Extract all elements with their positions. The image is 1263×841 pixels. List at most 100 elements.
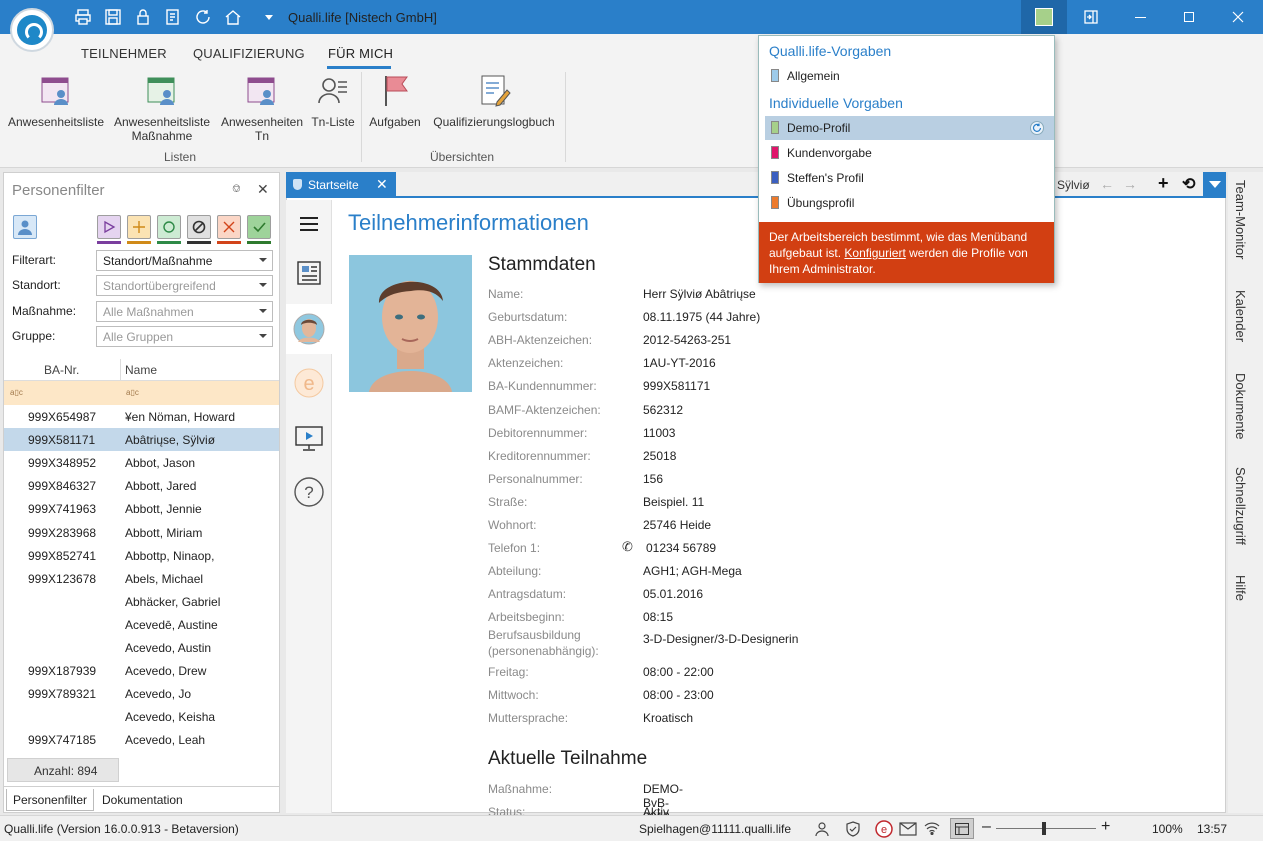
table-row[interactable]: Acevedo, Keisha xyxy=(4,705,279,728)
tab-startseite[interactable]: Startseite ✕ xyxy=(286,172,396,198)
back-arrow-icon[interactable]: ← xyxy=(1100,176,1114,192)
user-icon[interactable] xyxy=(814,821,830,837)
print-icon[interactable] xyxy=(74,8,92,26)
side-tab-kalender[interactable]: Kalender xyxy=(1233,290,1248,342)
restore-panel-button[interactable] xyxy=(1068,0,1114,34)
pin-icon[interactable]: ⎊ xyxy=(232,183,241,196)
close-panel-icon[interactable]: ✕ xyxy=(257,181,269,198)
forward-arrow-icon[interactable]: → xyxy=(1123,176,1137,192)
refresh-icon[interactable] xyxy=(194,8,212,26)
group-select[interactable]: Alle Gruppen xyxy=(96,326,273,347)
quick-access-dropdown-icon[interactable] xyxy=(260,8,278,26)
e-learning-icon[interactable]: e xyxy=(292,366,326,400)
text-filter-icon[interactable]: a▯c xyxy=(126,388,139,397)
table-row[interactable]: 999X283968 Abbott, Miriam xyxy=(4,521,279,544)
app-logo-icon[interactable] xyxy=(10,8,54,52)
play-filter-button[interactable] xyxy=(97,215,121,244)
profile-item-kundenvorgabe[interactable]: Kundenvorgabe xyxy=(765,141,1054,165)
zoom-slider[interactable] xyxy=(996,828,1096,829)
mail-icon[interactable] xyxy=(899,822,917,836)
tasks-button[interactable]: Aufgaben xyxy=(366,72,424,129)
blocked-icon xyxy=(192,220,206,234)
lock-icon[interactable] xyxy=(134,8,152,26)
configure-link[interactable]: Konfiguriert xyxy=(844,246,905,260)
field-label-text: Telefon 1: xyxy=(488,541,541,556)
table-row[interactable]: Acevedē, Austine xyxy=(4,613,279,636)
shield-check-icon[interactable] xyxy=(845,821,861,837)
table-row[interactable]: 999X348952 Abbot, Jason xyxy=(4,451,279,474)
table-row[interactable]: 999X581171 Abâtriųse, Sÿlviø xyxy=(4,428,279,452)
side-tab-hilfe[interactable]: Hilfe xyxy=(1233,575,1248,601)
cancel-filter-button[interactable] xyxy=(217,215,241,244)
column-header-ba[interactable]: BA-Nr. xyxy=(44,363,79,377)
profile-switch-button[interactable] xyxy=(1021,0,1067,34)
profile-item-steffens-profil[interactable]: Steffen's Profil xyxy=(765,166,1054,190)
tab-dokumentation[interactable]: Dokumentation xyxy=(96,789,189,811)
attendance-list-measure-button[interactable]: Anwesenheitsliste Maßnahme xyxy=(111,72,213,143)
blocked-filter-button[interactable] xyxy=(187,215,211,244)
measure-select[interactable]: Alle Maßnahmen xyxy=(96,301,273,322)
calendar-people-icon xyxy=(41,77,69,105)
filter-type-select[interactable]: Standort/Maßnahme xyxy=(96,250,273,271)
newspaper-icon[interactable] xyxy=(292,256,326,290)
wifi-icon[interactable] xyxy=(924,821,940,835)
table-row[interactable]: 999X741963 Abbott, Jennie xyxy=(4,497,279,520)
profile-item-demo-profil[interactable]: Demo-Profil xyxy=(765,116,1054,140)
add-filter-button[interactable] xyxy=(127,215,151,244)
field-label-text: Abteilung: xyxy=(488,564,542,579)
layout-toggle-button[interactable] xyxy=(950,818,974,839)
attendance-tn-button[interactable]: Anwesenheiten Tn xyxy=(217,72,307,143)
zoom-in-icon[interactable]: + xyxy=(1101,818,1110,836)
zoom-slider-thumb[interactable] xyxy=(1042,822,1046,835)
avatar-icon[interactable] xyxy=(292,312,326,346)
current-person-label: Sÿlviø xyxy=(1057,178,1090,192)
flag-icon xyxy=(385,76,408,106)
column-header-name[interactable]: Name xyxy=(125,363,157,377)
logbook-button[interactable]: Qualifizierungslogbuch xyxy=(428,72,560,129)
active-filter-button[interactable] xyxy=(157,215,181,244)
location-select[interactable]: Standortübergreifend xyxy=(96,275,273,296)
done-filter-button[interactable] xyxy=(247,215,271,244)
close-tab-icon[interactable]: ✕ xyxy=(376,176,388,193)
tab-personenfilter[interactable]: Personenfilter xyxy=(6,789,95,811)
e-badge-icon[interactable]: e xyxy=(875,820,893,838)
side-tab-schnellzugriff[interactable]: Schnellzugriff xyxy=(1233,467,1248,545)
add-icon[interactable]: + xyxy=(1158,173,1169,194)
maximize-button[interactable] xyxy=(1166,0,1212,34)
grid-filter-row[interactable]: a▯c a▯c xyxy=(4,381,279,405)
table-row[interactable]: 999X187939 Acevedo, Drew xyxy=(4,659,279,682)
presentation-icon[interactable] xyxy=(292,421,326,455)
tab-teilnehmer[interactable]: TEILNEHMER xyxy=(81,46,167,61)
table-row[interactable]: 999X852741 Abbottp, Ninaop, xyxy=(4,544,279,567)
profile-item-uebungsprofil[interactable]: Übungsprofil xyxy=(765,191,1054,215)
tn-list-button[interactable]: Tn-Liste xyxy=(309,72,357,129)
tab-qualifizierung[interactable]: QUALIFIZIERUNG xyxy=(193,46,305,61)
attendance-list-button[interactable]: Anwesenheitsliste xyxy=(5,72,107,129)
table-row[interactable]: Abhäcker, Gabriel xyxy=(4,590,279,613)
cell-ba-nr: 999X747185 xyxy=(28,733,97,748)
report-icon[interactable] xyxy=(164,8,182,26)
table-row[interactable]: 999X747185 Acevedo, Leah xyxy=(4,728,279,751)
table-row[interactable]: 999X123678 Abels, Michael xyxy=(4,567,279,590)
person-filter-icon[interactable] xyxy=(13,215,37,239)
zoom-out-icon[interactable]: – xyxy=(982,818,991,836)
menu-icon[interactable] xyxy=(292,207,326,241)
save-icon[interactable] xyxy=(104,8,122,26)
tab-fuer-mich[interactable]: FÜR MICH xyxy=(328,46,393,61)
table-row[interactable]: 999X789321 Acevedo, Jo xyxy=(4,682,279,705)
minimize-button[interactable] xyxy=(1117,0,1163,34)
help-icon[interactable]: ? xyxy=(292,475,326,509)
close-button[interactable] xyxy=(1215,0,1261,34)
logbook-icon xyxy=(481,75,511,107)
table-row[interactable]: Acevedo, Austin xyxy=(4,636,279,659)
table-row[interactable]: 999X654987 ¥en Nöman, Howard xyxy=(4,405,279,428)
text-filter-icon[interactable]: a▯c xyxy=(10,388,23,397)
person-filter-panel: Personenfilter ⎊ ✕ Filterart: Standort/M… xyxy=(3,172,280,813)
home-icon[interactable] xyxy=(224,8,242,26)
tab-menu-button[interactable] xyxy=(1203,172,1226,198)
table-row[interactable]: 999X846327 Abbott, Jared xyxy=(4,474,279,497)
side-tab-team-monitor[interactable]: Team-Monitor xyxy=(1233,180,1248,259)
reload-icon[interactable]: ⟲ xyxy=(1182,174,1195,194)
side-tab-dokumente[interactable]: Dokumente xyxy=(1233,373,1248,439)
profile-item-allgemein[interactable]: Allgemein xyxy=(765,64,1054,88)
